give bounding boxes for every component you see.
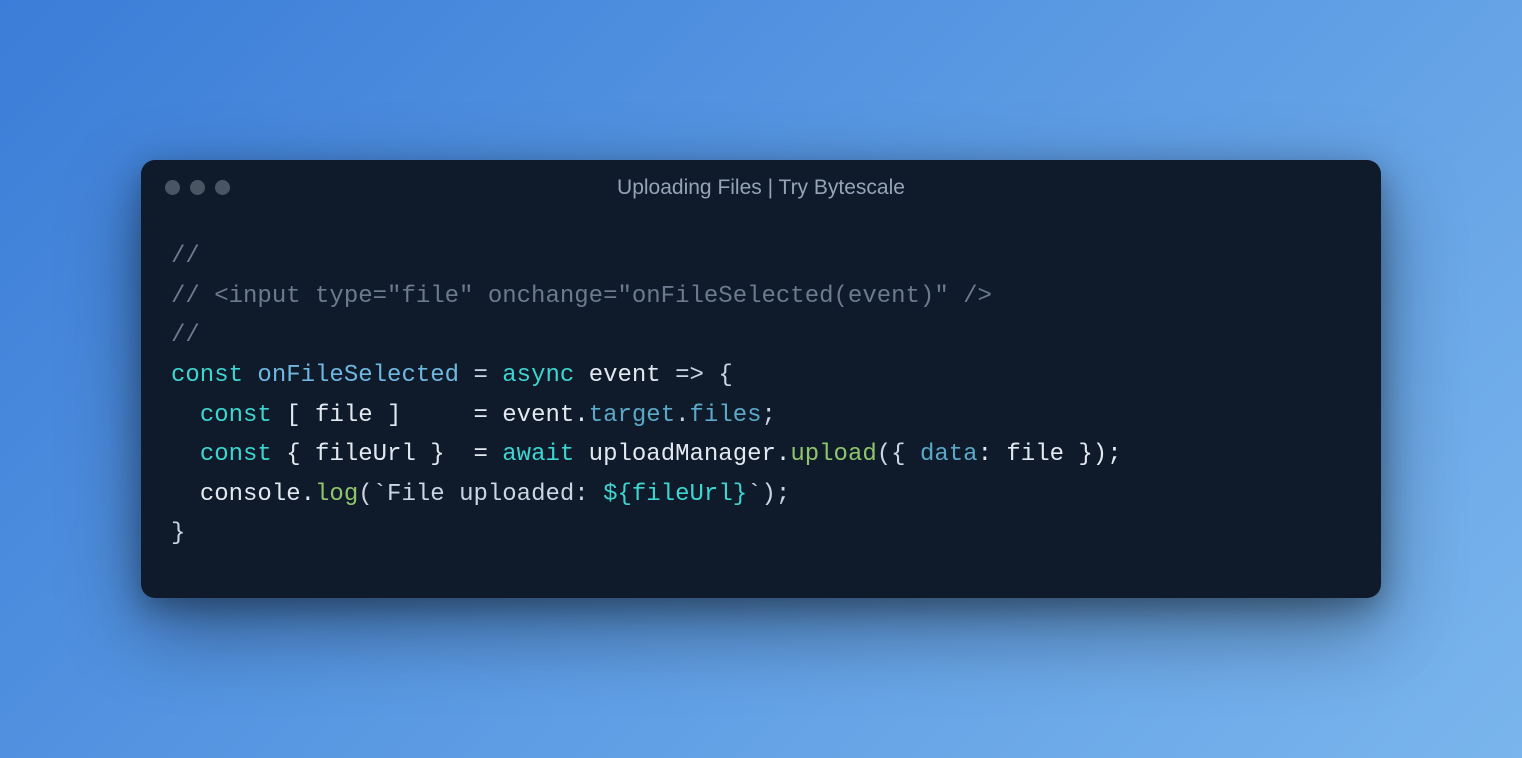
- code-keyword: const: [200, 402, 272, 429]
- traffic-lights: [165, 180, 230, 195]
- code-text: console.: [200, 481, 315, 508]
- code-method: upload: [790, 441, 876, 468]
- code-property: target: [589, 402, 675, 429]
- window-title: Uploading Files | Try Bytescale: [141, 176, 1381, 200]
- code-string: `: [747, 481, 761, 508]
- code-keyword: await: [502, 441, 574, 468]
- minimize-icon[interactable]: [190, 180, 205, 195]
- window-titlebar: Uploading Files | Try Bytescale: [141, 160, 1381, 207]
- code-punct: );: [762, 481, 791, 508]
- maximize-icon[interactable]: [215, 180, 230, 195]
- code-indent: [171, 481, 200, 508]
- code-brace: {: [704, 362, 733, 389]
- code-brace: }: [171, 520, 185, 547]
- code-window: Uploading Files | Try Bytescale // // <i…: [141, 160, 1381, 598]
- code-text: [ file ] = event.: [272, 402, 589, 429]
- code-keyword: const: [200, 441, 272, 468]
- code-punct: ;: [762, 402, 776, 429]
- code-punct: (: [358, 481, 372, 508]
- code-property: files: [690, 402, 762, 429]
- code-punct: =: [459, 362, 502, 389]
- code-text: : file });: [978, 441, 1122, 468]
- code-text: uploadManager.: [574, 441, 790, 468]
- code-comment: // <input type="file" onchange="onFileSe…: [171, 283, 992, 310]
- code-punct: ({: [877, 441, 920, 468]
- code-key: data: [920, 441, 978, 468]
- code-arrow: =>: [675, 362, 704, 389]
- code-punct: .: [675, 402, 689, 429]
- code-param: event: [574, 362, 675, 389]
- code-keyword: const: [171, 362, 243, 389]
- code-indent: [171, 402, 200, 429]
- code-function-name: onFileSelected: [257, 362, 459, 389]
- code-content: // // <input type="file" onchange="onFil…: [141, 207, 1381, 598]
- code-comment: //: [171, 243, 200, 270]
- code-indent: [171, 441, 200, 468]
- code-comment: //: [171, 322, 200, 349]
- code-method: log: [315, 481, 358, 508]
- code-keyword: async: [502, 362, 574, 389]
- code-string: `File uploaded:: [373, 481, 603, 508]
- code-template-literal: ${fileUrl}: [603, 481, 747, 508]
- close-icon[interactable]: [165, 180, 180, 195]
- code-text: { fileUrl } =: [272, 441, 502, 468]
